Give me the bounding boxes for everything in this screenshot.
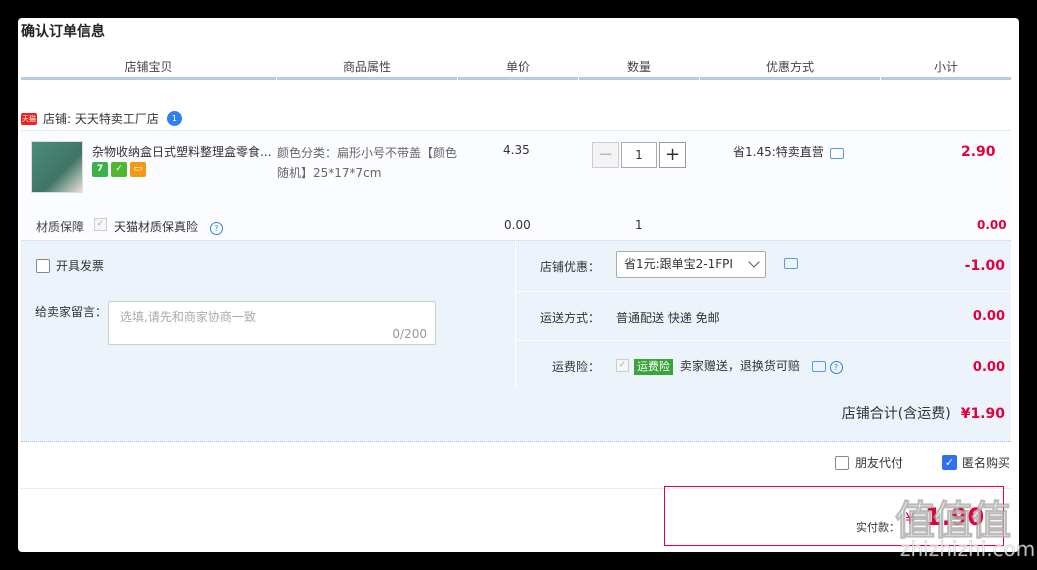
shipping-row: 运送方式： 普通配送 快递 免邮 0.00 — [516, 292, 1011, 341]
insurance-subtotal: 0.00 — [977, 218, 1007, 232]
invoice-checkbox[interactable] — [36, 258, 50, 273]
item-promo: 省1.45:特卖直营 — [733, 143, 844, 160]
freight-ins-label: 运费险： — [552, 360, 601, 374]
col-header-price: 单价 — [458, 60, 578, 80]
col-header-subtotal: 小计 — [881, 60, 1011, 80]
friend-pay-checkbox[interactable] — [835, 455, 849, 470]
shop-discount-selected: 省1元:跟单宝2-1FPI — [624, 257, 733, 271]
shop-discount-select[interactable]: 省1元:跟单宝2-1FPI — [616, 251, 766, 278]
help-icon[interactable]: ? — [829, 361, 843, 374]
comment-icon[interactable] — [784, 258, 798, 269]
item-subtotal: 2.90 — [961, 144, 996, 160]
increase-qty-button[interactable]: + — [659, 142, 686, 168]
col-header-promo: 优惠方式 — [700, 60, 880, 80]
message-placeholder: 选填,请先和商家协商一致 — [120, 310, 256, 324]
payment-label: 实付款： — [856, 521, 900, 534]
quantity-stepper: − 1 + — [592, 142, 686, 168]
shipping-method: 普通配送 快递 免邮 — [616, 311, 720, 325]
friend-pay-label: 朋友代付 — [855, 456, 904, 470]
item-name[interactable]: 杂物收纳盒日式塑料整理盒零食... — [92, 143, 272, 160]
order-confirm-card: 确认订单信息 店铺宝贝 商品属性 单价 数量 优惠方式 小计 天猫 店铺: 天天… — [18, 18, 1019, 552]
store-total-label: 店铺合计(含运费) — [841, 406, 951, 422]
guarantee-icon: ✓ — [111, 162, 127, 177]
invoice-label: 开具发票 — [56, 259, 105, 273]
shop-name[interactable]: 店铺: 天天特卖工厂店 — [43, 110, 159, 127]
shop-discount-label: 店铺优惠： — [540, 260, 601, 274]
anonymous-option[interactable]: ✓ 匿名购买 — [942, 454, 1010, 471]
left-options: 开具发票 给卖家留言： 选填,请先和商家协商一致 0/200 — [21, 241, 516, 387]
invoice-option[interactable]: 开具发票 — [36, 257, 104, 274]
wangwang-chat-icon[interactable]: 1 — [166, 111, 182, 126]
freight-ins-desc: 运费险 卖家赠送，退换货可赔 ? — [634, 357, 843, 375]
item-thumbnail[interactable] — [31, 141, 83, 193]
help-icon[interactable]: ? — [209, 222, 223, 235]
comment-icon[interactable] — [811, 361, 826, 372]
page-title: 确认订单信息 — [21, 24, 105, 40]
message-char-count: 0/200 — [392, 327, 427, 341]
store-total: 店铺合计(含运费) ¥1.90 — [842, 403, 1005, 423]
credit-card-icon: ▭ — [130, 162, 146, 177]
promo-text: 省1.45:特卖直营 — [733, 145, 824, 159]
insurance-checkbox[interactable]: ✓ — [94, 218, 107, 231]
insurance-title: 天猫材质保真险 — [114, 220, 199, 234]
col-header-item: 店铺宝贝 — [21, 60, 276, 80]
shipping-label: 运送方式： — [540, 311, 601, 325]
insurance-label: 材质保障 — [36, 220, 85, 234]
freight-ins-value: 0.00 — [972, 360, 1005, 375]
col-header-attr: 商品属性 — [277, 60, 457, 80]
insurance-price: 0.00 — [504, 218, 531, 232]
item-attributes: 颜色分类：扁形小号不带盖【颜色随机】25*17*7cm — [277, 146, 458, 180]
freight-insurance-row: 运费险： ✓ 运费险 卖家赠送，退换货可赔 ? 0.00 — [516, 341, 1011, 387]
chevron-down-icon — [748, 256, 760, 268]
insurance-name: 天猫材质保真险 ? — [114, 218, 223, 235]
decrease-qty-button[interactable]: − — [592, 142, 619, 168]
shop-row: 天猫 店铺: 天天特卖工厂店 1 — [21, 110, 182, 127]
item-unit-price: 4.35 — [503, 143, 530, 157]
seven-day-return-icon: 7 — [92, 162, 108, 177]
order-options-panel: 开具发票 给卖家留言： 选填,请先和商家协商一致 0/200 店铺优惠： 省1元… — [21, 240, 1011, 442]
freight-ins-tag: 运费险 — [634, 359, 673, 375]
message-label: 给卖家留言： — [35, 305, 108, 319]
anonymous-label: 匿名购买 — [962, 456, 1011, 470]
shop-discount-row: 店铺优惠： 省1元:跟单宝2-1FPI -1.00 — [516, 241, 1011, 292]
table-header: 店铺宝贝 商品属性 单价 数量 优惠方式 小计 — [21, 60, 1011, 80]
tmall-badge-icon: 天猫 — [21, 112, 37, 125]
insurance-qty: 1 — [635, 218, 643, 232]
order-item: 杂物收纳盒日式塑料整理盒零食... 7 ✓ ▭ 颜色分类：扁形小号不带盖【颜色随… — [21, 130, 1011, 239]
friend-pay-option[interactable]: 朋友代付 — [835, 454, 903, 471]
col-header-qty: 数量 — [579, 60, 699, 80]
freight-ins-text: 卖家赠送，退换货可赔 — [679, 359, 800, 373]
quantity-input[interactable]: 1 — [621, 142, 657, 168]
shop-discount-value: -1.00 — [964, 258, 1005, 274]
shipping-fee: 0.00 — [972, 309, 1005, 324]
freight-ins-checkbox[interactable]: ✓ — [616, 359, 629, 372]
anonymous-checkbox[interactable]: ✓ — [942, 455, 957, 470]
watermark-site: zhizhizhi.com — [900, 537, 1036, 562]
material-insurance-row: 材质保障 ✓ 天猫材质保真险 ? 0.00 1 0.00 — [24, 214, 1014, 239]
store-total-amount: ¥1.90 — [960, 406, 1005, 422]
payment-options-row: 朋友代付 ✓ 匿名购买 — [21, 442, 1011, 489]
comment-icon[interactable] — [829, 148, 844, 159]
seller-message-input[interactable]: 选填,请先和商家协商一致 0/200 — [108, 301, 436, 345]
item-service-badges: 7 ✓ ▭ — [92, 162, 146, 177]
